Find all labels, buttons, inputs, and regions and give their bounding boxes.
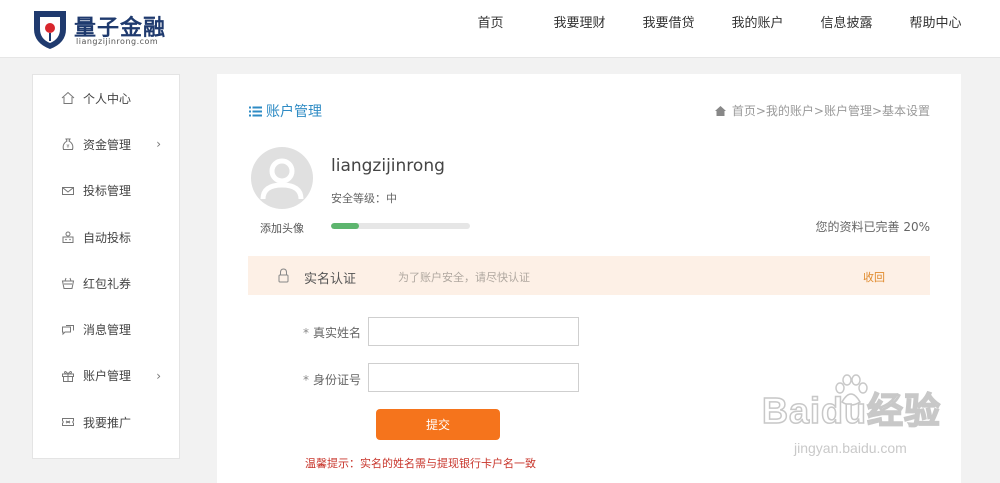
add-avatar-link[interactable]: 添加头像 [260,220,304,236]
sidebar-item-label: 账户管理 [83,369,132,384]
page-title-text: 账户管理 [266,104,322,120]
real-name-verification-bar: 实名认证 为了账户安全，请尽快认证 收回 [248,256,930,295]
sidebar-item-label: 消息管理 [83,323,132,338]
verification-tip: 为了账户安全，请尽快认证 [398,271,530,284]
profile-completion-text: 您的资料已完善 20% [815,220,931,234]
chevron-right-icon: › [156,368,161,383]
envelope-icon [62,186,74,195]
sidebar-item-account[interactable]: 账户管理 › [33,353,179,399]
home-icon [714,105,726,116]
avatar[interactable] [251,147,313,209]
baidu-watermark: Baidu经验 jingyan.baidu.com [754,374,954,464]
required-mark: * [302,373,309,387]
id-number-input[interactable] [368,363,579,392]
collapse-link[interactable]: 收回 [863,269,885,285]
user-silhouette-icon [260,158,304,200]
breadcrumb: 首页>我的账户>账户管理>基本设置 [714,102,930,119]
message-icon [62,324,74,335]
home-icon [61,91,75,105]
real-name-label: * 真实姓名 [302,326,361,340]
gift-basket-icon [61,278,75,290]
robot-icon [62,231,74,244]
nav-my-account[interactable]: 我的账户 [713,0,802,48]
sidebar-item-label: 投标管理 [83,184,132,199]
chevron-right-icon: › [156,137,161,152]
sidebar-item-label: 红包礼券 [83,276,132,291]
lock-icon [278,268,289,283]
ticket-icon [62,418,74,427]
sidebar-item-funds[interactable]: ¥ 资金管理 › [33,121,179,167]
id-number-label: * 身份证号 [302,373,361,387]
nav-disclosure[interactable]: 信息披露 [802,0,891,48]
list-icon [249,106,262,116]
warm-tip: 温馨提示：实名的姓名需与提现银行卡户名一致 [305,457,536,470]
nav-help[interactable]: 帮助中心 [891,0,980,48]
sidebar-item-messages[interactable]: 消息管理 [33,306,179,352]
sidebar-item-promotion[interactable]: 我要推广 [33,399,179,445]
sidebar-item-label: 自动投标 [83,230,132,245]
sidebar-item-label: 个人中心 [83,91,132,106]
logo-domain: liangzijinrong.com [76,37,159,46]
main-nav: 首页 我要理财 我要借贷 我的账户 信息披露 帮助中心 [446,0,980,48]
required-mark: * [302,326,309,340]
money-bag-icon: ¥ [62,138,74,151]
nav-borrow[interactable]: 我要借贷 [624,0,713,48]
watermark-url: jingyan.baidu.com [794,440,907,456]
breadcrumb-text[interactable]: 首页>我的账户>账户管理>基本设置 [732,102,930,119]
sidebar-item-bids[interactable]: 投标管理 [33,168,179,214]
profile-progress-fill [331,223,359,229]
sidebar-item-auto-bid[interactable]: 自动投标 [33,214,179,260]
sidebar-item-personal-center[interactable]: 个人中心 [33,75,179,121]
logo-shield-icon [34,11,66,49]
svg-text:¥: ¥ [66,144,69,150]
sidebar: 个人中心 ¥ 资金管理 › 投标管理 自动投标 红包礼券 消息管理 账户管理 ›… [32,74,180,459]
watermark-brand: Baidu经验 [761,389,942,432]
sidebar-item-label: 我要推广 [83,415,132,430]
sidebar-item-coupons[interactable]: 红包礼券 [33,260,179,306]
security-level: 安全等级：中 [331,192,397,205]
verification-title: 实名认证 [304,272,357,287]
nav-invest[interactable]: 我要理财 [535,0,624,48]
page-title: 账户管理 [249,101,322,121]
top-header: 量子金融 liangzijinrong.com 首页 我要理财 我要借贷 我的账… [0,0,1000,58]
sidebar-item-label: 资金管理 [83,137,132,152]
nav-home[interactable]: 首页 [446,0,535,48]
real-name-input[interactable] [368,317,579,346]
profile-progress-bar [331,223,470,229]
submit-button[interactable]: 提交 [376,409,500,440]
gift-box-icon [62,370,74,382]
site-logo[interactable]: 量子金融 liangzijinrong.com [30,7,180,51]
username: liangzijinrong [331,156,445,176]
